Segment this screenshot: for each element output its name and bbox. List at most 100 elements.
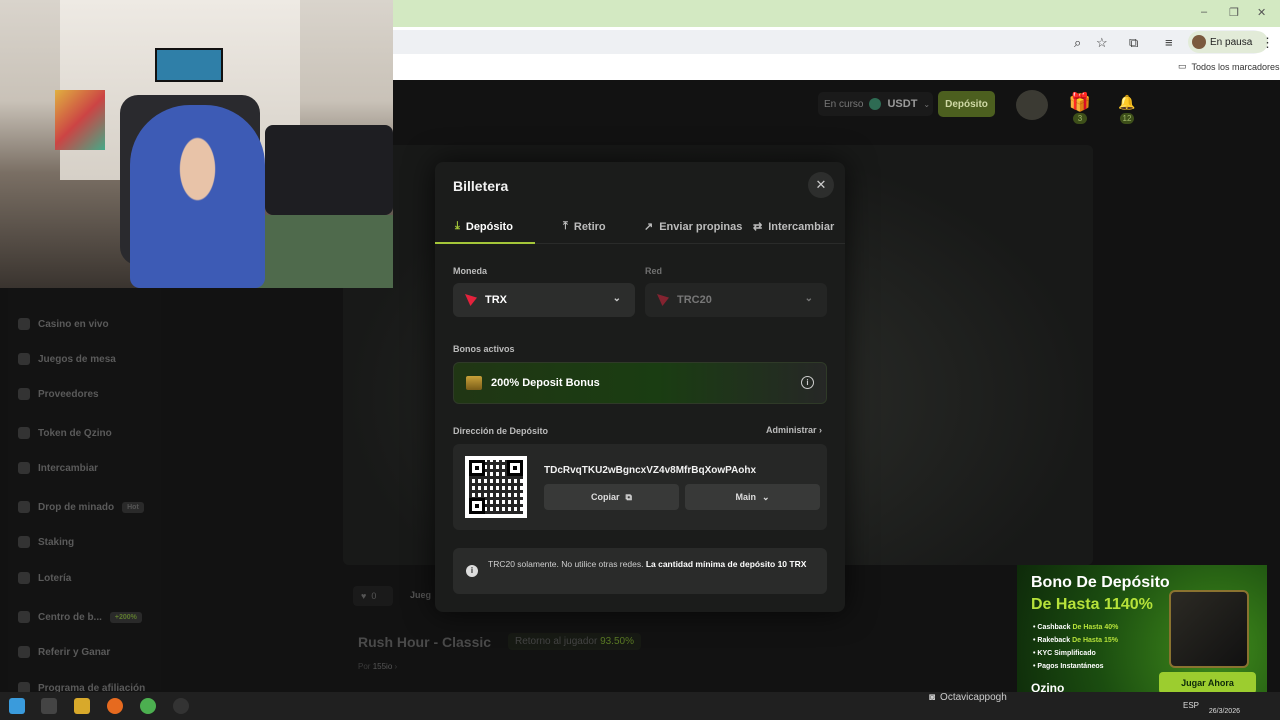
providers-icon — [18, 388, 30, 400]
feature-value: De Hasta 15% — [1072, 637, 1118, 644]
tab-label: Retiro — [573, 220, 606, 233]
feature-label: KYC Simplificado — [1037, 650, 1096, 657]
promo-feature: • Pagos Instantáneos — [1033, 663, 1104, 670]
sidebar-item-juegos-de-mesa[interactable]: Juegos de mesa — [18, 353, 116, 365]
sidebar-item-loteria[interactable]: Lotería — [18, 572, 71, 584]
info-icon[interactable]: i — [801, 376, 814, 389]
tab-intercambiar[interactable]: ⇄ Intercambiar — [753, 220, 834, 234]
copy-button[interactable]: Copiar ⧉ — [544, 484, 679, 510]
promo-banner[interactable]: Bono De Depósito De Hasta 1140% • Cashba… — [1017, 565, 1267, 705]
chevron-right-icon: › — [394, 662, 398, 671]
sidebar-item-referir[interactable]: Referir y Ganar — [18, 646, 110, 658]
network-select[interactable]: TRC20 ⌄ — [645, 283, 827, 317]
referral-icon — [18, 646, 30, 658]
heart-icon: ♥ — [361, 591, 367, 601]
tiktok-handle: ◙ Octavicappogh — [929, 692, 1007, 703]
deposit-address-box: TDcRvqTKU2wBgncxVZ4v8MfrBqXowPAohx Copia… — [453, 444, 827, 530]
bell-icon[interactable]: 🔔 — [1118, 94, 1135, 111]
webcam-sofa — [265, 125, 393, 215]
tab-deposito[interactable]: ⤓ Depósito — [455, 220, 513, 233]
table-games-icon — [18, 353, 30, 365]
menu-kebab-icon[interactable]: ⋮ — [1261, 35, 1274, 51]
status-label: En curso — [824, 98, 864, 110]
media-player-icon[interactable] — [41, 698, 57, 714]
gift-icon[interactable]: 🎁 — [1068, 92, 1092, 114]
firefox-icon[interactable] — [107, 698, 123, 714]
bookmark-star-icon[interactable]: ☆ — [1096, 35, 1108, 51]
language-indicator[interactable]: ESP — [1183, 701, 1199, 710]
gift-count-badge: 3 — [1073, 113, 1087, 124]
sidebar-item-label: Centro de b... — [38, 611, 102, 623]
qr-finder — [469, 498, 485, 514]
swap-icon — [18, 462, 30, 474]
sidebar-item-label: Juegos de mesa — [38, 353, 116, 365]
account-select[interactable]: Main ⌄ — [685, 484, 820, 510]
sidebar-item-staking[interactable]: Staking — [18, 536, 74, 548]
chrome-icon[interactable] — [140, 698, 156, 714]
play-now-button[interactable]: Jugar Ahora — [1159, 672, 1256, 694]
feature-value: De Hasta 40% — [1072, 624, 1119, 631]
promo-feature: • Rakeback De Hasta 15% — [1033, 637, 1118, 644]
sidebar-item-token[interactable]: Token de Qzino — [18, 427, 112, 439]
rtp-label: Retorno al jugador — [515, 636, 598, 647]
feature-label: Cashback — [1037, 624, 1071, 631]
network-notice: i TRC20 solamente. No utilice otras rede… — [453, 548, 827, 594]
file-explorer-icon[interactable] — [74, 698, 90, 714]
like-button[interactable]: ♥ 0 — [353, 586, 393, 606]
sidebar-item-label: Referir y Ganar — [38, 646, 111, 658]
bookmarks-folder[interactable]: ▭ Todos los marcadores — [1178, 61, 1280, 72]
tab-enviar-propinas[interactable]: ↗ Enviar propinas — [644, 220, 742, 234]
chevron-right-icon: › — [819, 425, 823, 435]
webcam-wall-art — [155, 48, 223, 82]
profile-avatar — [1192, 35, 1206, 49]
media-control-icon[interactable]: ≡ — [1165, 35, 1173, 50]
active-bonus-card[interactable]: 200% Deposit Bonus i — [453, 362, 827, 404]
qr-finder — [469, 460, 485, 476]
user-avatar[interactable] — [1016, 90, 1048, 120]
deposit-address-label: Dirección de Depósito — [453, 426, 549, 436]
network-value: TRC20 — [677, 294, 712, 306]
active-bonuses-label: Bonos activos — [453, 344, 515, 354]
tiktok-icon: ◙ — [929, 692, 936, 703]
maximize-icon[interactable]: ❐ — [1229, 6, 1239, 19]
extensions-icon[interactable]: ⧉ — [1129, 35, 1138, 51]
system-date[interactable]: 26/3/2026 — [1209, 708, 1240, 715]
sidebar-item-casino-en-vivo[interactable]: Casino en vivo — [18, 318, 109, 330]
sidebar-item-proveedores[interactable]: Proveedores — [18, 388, 99, 400]
profile-button[interactable]: En pausa — [1188, 31, 1268, 53]
rtp-value: 93.50% — [600, 636, 634, 647]
trx-icon — [465, 294, 477, 306]
usdt-coin-icon — [869, 98, 882, 110]
webcam-streamer — [130, 105, 265, 288]
close-window-icon[interactable]: ✕ — [1257, 6, 1266, 19]
play-mode-tab[interactable]: Jueg — [410, 590, 431, 600]
currency-select[interactable]: TRX ⌄ — [453, 283, 635, 317]
promo-feature: • KYC Simplificado — [1033, 650, 1096, 657]
game-title: Rush Hour - Classic — [358, 634, 492, 650]
currency-selector[interactable]: En curso USDT ⌄ — [818, 92, 933, 116]
provider-byline[interactable]: Por 155io › — [358, 662, 397, 671]
deposit-button[interactable]: Depósito — [938, 91, 995, 117]
chevron-down-icon: ⌄ — [923, 99, 931, 109]
bonus-name: 200% Deposit Bonus — [491, 377, 600, 389]
minimize-icon[interactable]: – — [1201, 6, 1207, 18]
obs-icon[interactable] — [173, 698, 189, 714]
manage-link[interactable]: Administrar › — [766, 425, 822, 435]
token-icon — [18, 427, 30, 439]
windows-taskbar — [0, 692, 1280, 720]
folder-icon: ▭ — [1178, 61, 1187, 71]
sidebar-item-drop-de-minado[interactable]: Drop de minado Hot — [18, 501, 144, 513]
currency-value: TRX — [485, 294, 507, 306]
close-icon[interactable]: ✕ — [808, 172, 834, 198]
provider-name: 155io — [372, 662, 393, 671]
wallet-tabs: ⤓ Depósito ⤒ Retiro ↗ Enviar propinas ⇄ Inte… — [435, 210, 845, 244]
sidebar-item-centro-de-bonos[interactable]: Centro de b... +200% — [18, 611, 142, 623]
zoom-icon[interactable]: ⌕ — [1074, 35, 1081, 51]
promo-feature-list: • Cashback De Hasta 40% • Rakeback De Ha… — [1033, 621, 1118, 673]
notice-min-deposit: La cantidad mínima de depósito 10 TRX — [645, 559, 807, 569]
windows-start-icon[interactable] — [9, 698, 25, 714]
tab-retiro[interactable]: ⤒ Retiro — [563, 220, 606, 233]
sidebar-item-intercambiar[interactable]: Intercambiar — [18, 462, 98, 474]
by-prefix: Por — [358, 662, 371, 671]
tab-label: Depósito — [465, 220, 513, 233]
